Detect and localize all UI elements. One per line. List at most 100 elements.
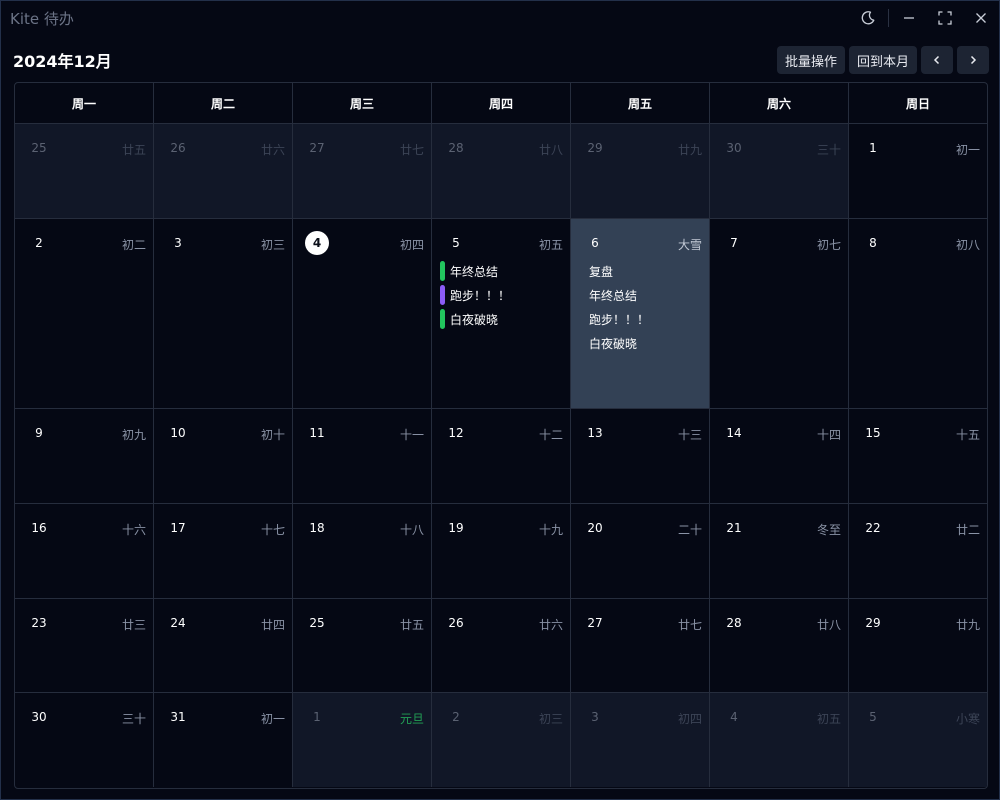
event-title: 白夜破晓: [450, 312, 499, 327]
day-cell[interactable]: 31 初一: [154, 693, 293, 787]
day-cell[interactable]: 13 十三: [571, 409, 710, 504]
day-cell[interactable]: 6 大雪 复盘 年终总结 跑步！！！ 白夜破晓: [571, 219, 710, 409]
day-cell[interactable]: 7 初七: [710, 219, 849, 409]
day-number: 21: [726, 521, 742, 535]
day-cell[interactable]: 9 初九: [15, 409, 154, 504]
day-number: 7: [730, 236, 738, 250]
month-calendar: 周一 周二 周三 周四 周五 周六 周日 25 廿五 26 廿六 27 廿七 28 廿八 29 廿九 30 三十 1…: [14, 82, 988, 789]
lunar-date: 十七: [260, 523, 285, 537]
lunar-date: 初二: [121, 238, 146, 252]
event-item[interactable]: 白夜破晓: [440, 307, 564, 331]
weekday-header-cell: 周五: [571, 83, 710, 123]
day-cell[interactable]: 30 三十: [15, 693, 154, 787]
weekday-header-cell: 周六: [710, 83, 849, 123]
theme-toggle-button[interactable]: [850, 1, 886, 35]
day-cell[interactable]: 25 廿五: [293, 599, 432, 693]
day-number: 31: [170, 710, 186, 724]
day-cell[interactable]: 18 十八: [293, 504, 432, 599]
day-cell[interactable]: 26 廿六: [154, 124, 293, 219]
day-cell[interactable]: 19 十九: [432, 504, 571, 599]
day-cell[interactable]: 11 十一: [293, 409, 432, 504]
lunar-date: 初五: [816, 712, 841, 726]
day-number: 12: [448, 426, 464, 440]
event-item[interactable]: 年终总结: [579, 283, 703, 307]
event-color-marker: [440, 309, 445, 329]
day-number: 5: [452, 236, 460, 250]
day-cell[interactable]: 4 初四: [293, 219, 432, 409]
back-to-current-month-button[interactable]: 回到本月: [848, 46, 917, 74]
day-cell[interactable]: 1 元旦: [293, 693, 432, 787]
day-cell[interactable]: 29 廿九: [849, 599, 987, 693]
calendar-toolbar: 2024年12月 批量操作 回到本月: [13, 45, 989, 75]
lunar-date: 廿八: [816, 618, 841, 632]
lunar-date: 大雪: [677, 238, 702, 252]
day-cell[interactable]: 30 三十: [710, 124, 849, 219]
weekday-header-cell: 周二: [154, 83, 293, 123]
day-cell[interactable]: 26 廿六: [432, 599, 571, 693]
lunar-date: 初三: [260, 238, 285, 252]
day-cell[interactable]: 2 初三: [432, 693, 571, 787]
lunar-date: 初一: [260, 712, 285, 726]
lunar-date: 十二: [538, 428, 563, 442]
chevron-right-icon: [970, 55, 977, 65]
chevron-left-icon: [933, 55, 940, 65]
day-cell[interactable]: 3 初四: [571, 693, 710, 787]
day-cell[interactable]: 28 廿八: [710, 599, 849, 693]
title-bar[interactable]: Kite 待办: [1, 1, 999, 35]
lunar-date: 二十: [677, 523, 702, 537]
day-cell[interactable]: 23 廿三: [15, 599, 154, 693]
lunar-date: 三十: [121, 712, 146, 726]
day-cell[interactable]: 21 冬至: [710, 504, 849, 599]
today-day-number: 4: [305, 231, 329, 255]
day-number: 25: [31, 141, 47, 155]
day-number: 26: [448, 616, 464, 630]
day-cell[interactable]: 16 十六: [15, 504, 154, 599]
month-title: 2024年12月: [13, 52, 112, 71]
event-item[interactable]: 复盘: [579, 259, 703, 283]
event-item[interactable]: 年终总结: [440, 259, 564, 283]
day-cell[interactable]: 5 小寒: [849, 693, 987, 787]
day-cell[interactable]: 27 廿七: [293, 124, 432, 219]
weekday-header-cell: 周四: [432, 83, 571, 123]
day-cell[interactable]: 10 初十: [154, 409, 293, 504]
event-item[interactable]: 跑步！！！: [440, 283, 564, 307]
day-cell[interactable]: 14 十四: [710, 409, 849, 504]
lunar-date: 十四: [816, 428, 841, 442]
lunar-date: 初三: [538, 712, 563, 726]
event-item[interactable]: 跑步！！！: [579, 307, 703, 331]
day-cell[interactable]: 3 初三: [154, 219, 293, 409]
day-cell[interactable]: 22 廿二: [849, 504, 987, 599]
fullscreen-button[interactable]: [927, 1, 963, 35]
day-cell[interactable]: 27 廿七: [571, 599, 710, 693]
day-number: 29: [587, 141, 603, 155]
minimize-button[interactable]: [891, 1, 927, 35]
day-cell[interactable]: 28 廿八: [432, 124, 571, 219]
day-cell[interactable]: 20 二十: [571, 504, 710, 599]
close-button[interactable]: [963, 1, 999, 35]
next-month-button[interactable]: [957, 46, 989, 74]
day-cell[interactable]: 5 初五 年终总结 跑步！！！ 白夜破晓: [432, 219, 571, 409]
day-cell[interactable]: 15 十五: [849, 409, 987, 504]
day-cell[interactable]: 8 初八: [849, 219, 987, 409]
day-cell[interactable]: 2 初二: [15, 219, 154, 409]
day-cell[interactable]: 4 初五: [710, 693, 849, 787]
batch-operations-button[interactable]: 批量操作: [776, 46, 845, 74]
day-number: 3: [174, 236, 182, 250]
day-cell[interactable]: 12 十二: [432, 409, 571, 504]
day-cell[interactable]: 25 廿五: [15, 124, 154, 219]
event-title: 年终总结: [589, 288, 638, 303]
day-number: 4: [730, 710, 738, 724]
event-title: 跑步！！！: [589, 312, 650, 327]
day-cell[interactable]: 29 廿九: [571, 124, 710, 219]
event-item[interactable]: 白夜破晓: [579, 331, 703, 355]
day-cell[interactable]: 24 廿四: [154, 599, 293, 693]
day-number: 16: [31, 521, 47, 535]
day-number: 22: [865, 521, 881, 535]
day-cell[interactable]: 17 十七: [154, 504, 293, 599]
previous-month-button[interactable]: [921, 46, 953, 74]
moon-icon: [861, 11, 875, 25]
event-color-marker: [440, 261, 445, 281]
close-icon: [976, 13, 986, 23]
day-cell[interactable]: 1 初一: [849, 124, 987, 219]
day-number: 23: [31, 616, 47, 630]
